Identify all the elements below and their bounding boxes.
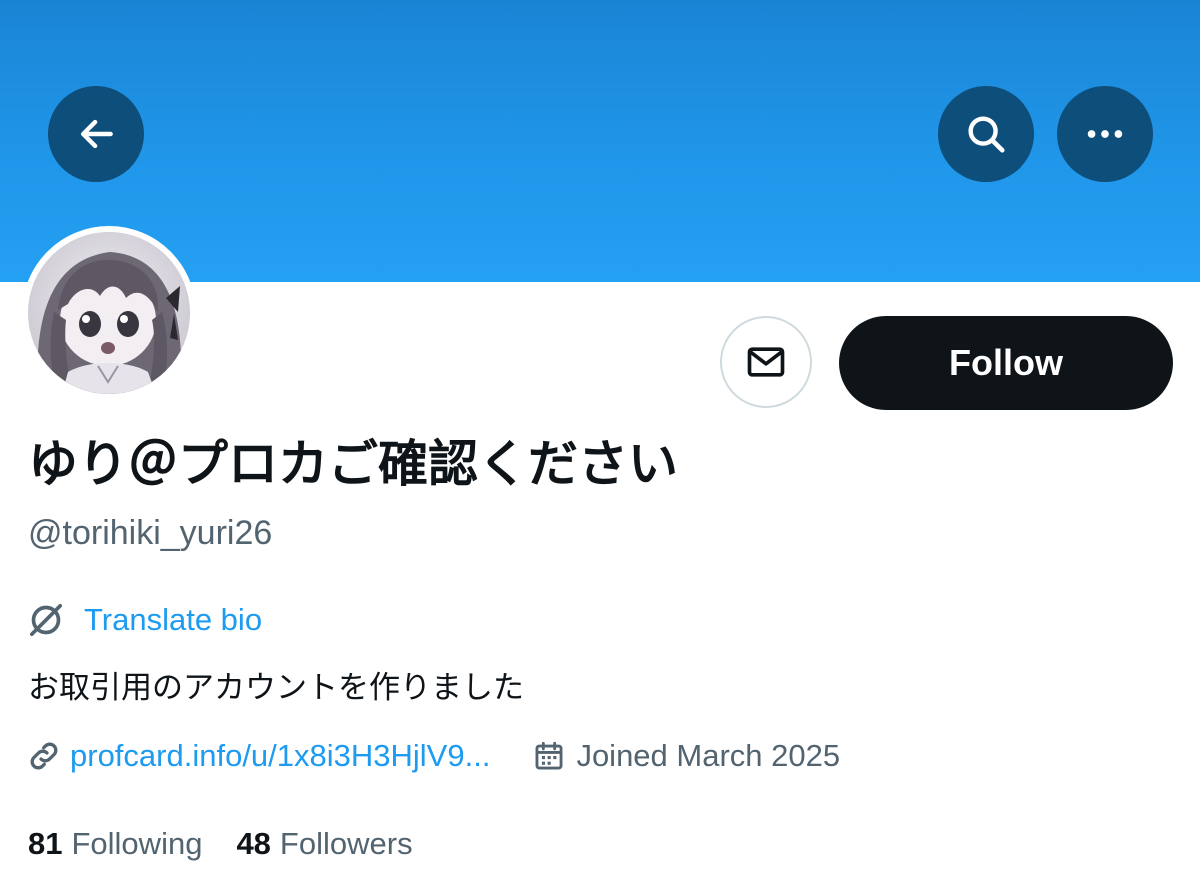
more-horizontal-icon (1087, 130, 1123, 138)
search-button[interactable] (938, 86, 1034, 182)
follow-button[interactable]: Follow (839, 316, 1173, 410)
arrow-left-icon (80, 119, 113, 149)
followers-label: Followers (279, 826, 413, 861)
followers-count: 48 (236, 826, 271, 861)
calendar-icon (535, 741, 563, 770)
follow-stats: 81 Following 48 Followers (28, 823, 413, 865)
translate-icon (30, 604, 63, 636)
username-handle: @torihiki_yuri26 (28, 514, 273, 552)
translate-bio-link[interactable]: Translate bio (84, 602, 262, 638)
following-label: Following (71, 826, 203, 861)
following-stat[interactable]: 81 Following (28, 826, 202, 862)
translate-bio-row[interactable]: Translate bio (26, 600, 262, 640)
back-button[interactable] (48, 86, 144, 182)
profile-bio: お取引用のアカウントを作りました (28, 670, 524, 706)
profile-website-link[interactable]: profcard.info/u/1x8i3H3HjlV9... (70, 738, 490, 774)
profile-meta-row: profcard.info/u/1x8i3H3HjlV9... Joined M… (26, 735, 840, 777)
more-options-button[interactable] (1057, 86, 1153, 182)
joined-date: Joined March 2025 (576, 738, 841, 773)
avatar[interactable] (28, 232, 190, 394)
profile-page: Follow ゆり＠プロカご確認ください @torihiki_yuri26 Tr… (0, 0, 1200, 887)
following-count: 81 (28, 826, 63, 861)
display-name: ゆり＠プロカご確認ください (28, 435, 678, 493)
message-button[interactable] (720, 316, 812, 408)
avatar-illustration (28, 232, 190, 394)
avatar-border (22, 226, 196, 400)
followers-stat[interactable]: 48 Followers (236, 826, 412, 862)
search-icon (968, 116, 1005, 153)
link-icon (30, 742, 58, 770)
envelope-icon (747, 347, 785, 377)
joined-date-group: Joined March 2025 (532, 738, 840, 774)
